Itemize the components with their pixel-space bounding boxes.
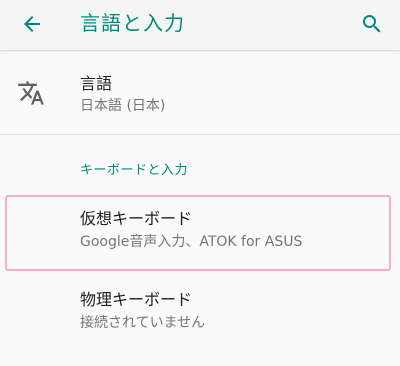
section-divider bbox=[0, 134, 400, 135]
settings-screen: 言語と入力 言語 日本語 (日本) キーボードと入力 仮想キーボード Googl… bbox=[0, 0, 400, 366]
physical-keyboard-row[interactable]: 物理キーボード 接続されていません bbox=[0, 277, 400, 352]
physical-keyboard-status: 接続されていません bbox=[80, 315, 206, 331]
app-bar: 言語と入力 bbox=[0, 0, 400, 50]
language-title: 言語 bbox=[80, 74, 113, 93]
language-value: 日本語 (日本) bbox=[80, 98, 166, 114]
section-header-keyboard-input: キーボードと入力 bbox=[80, 163, 189, 178]
language-setting-row[interactable]: 言語 日本語 (日本) bbox=[0, 50, 400, 134]
page-title: 言語と入力 bbox=[80, 11, 185, 35]
search-button[interactable] bbox=[354, 6, 390, 42]
physical-keyboard-title: 物理キーボード bbox=[80, 290, 193, 309]
back-button[interactable] bbox=[14, 6, 50, 42]
arrow-back-icon bbox=[24, 16, 40, 32]
selection-highlight bbox=[5, 195, 391, 271]
search-icon bbox=[363, 15, 381, 33]
translate-icon bbox=[16, 78, 46, 108]
